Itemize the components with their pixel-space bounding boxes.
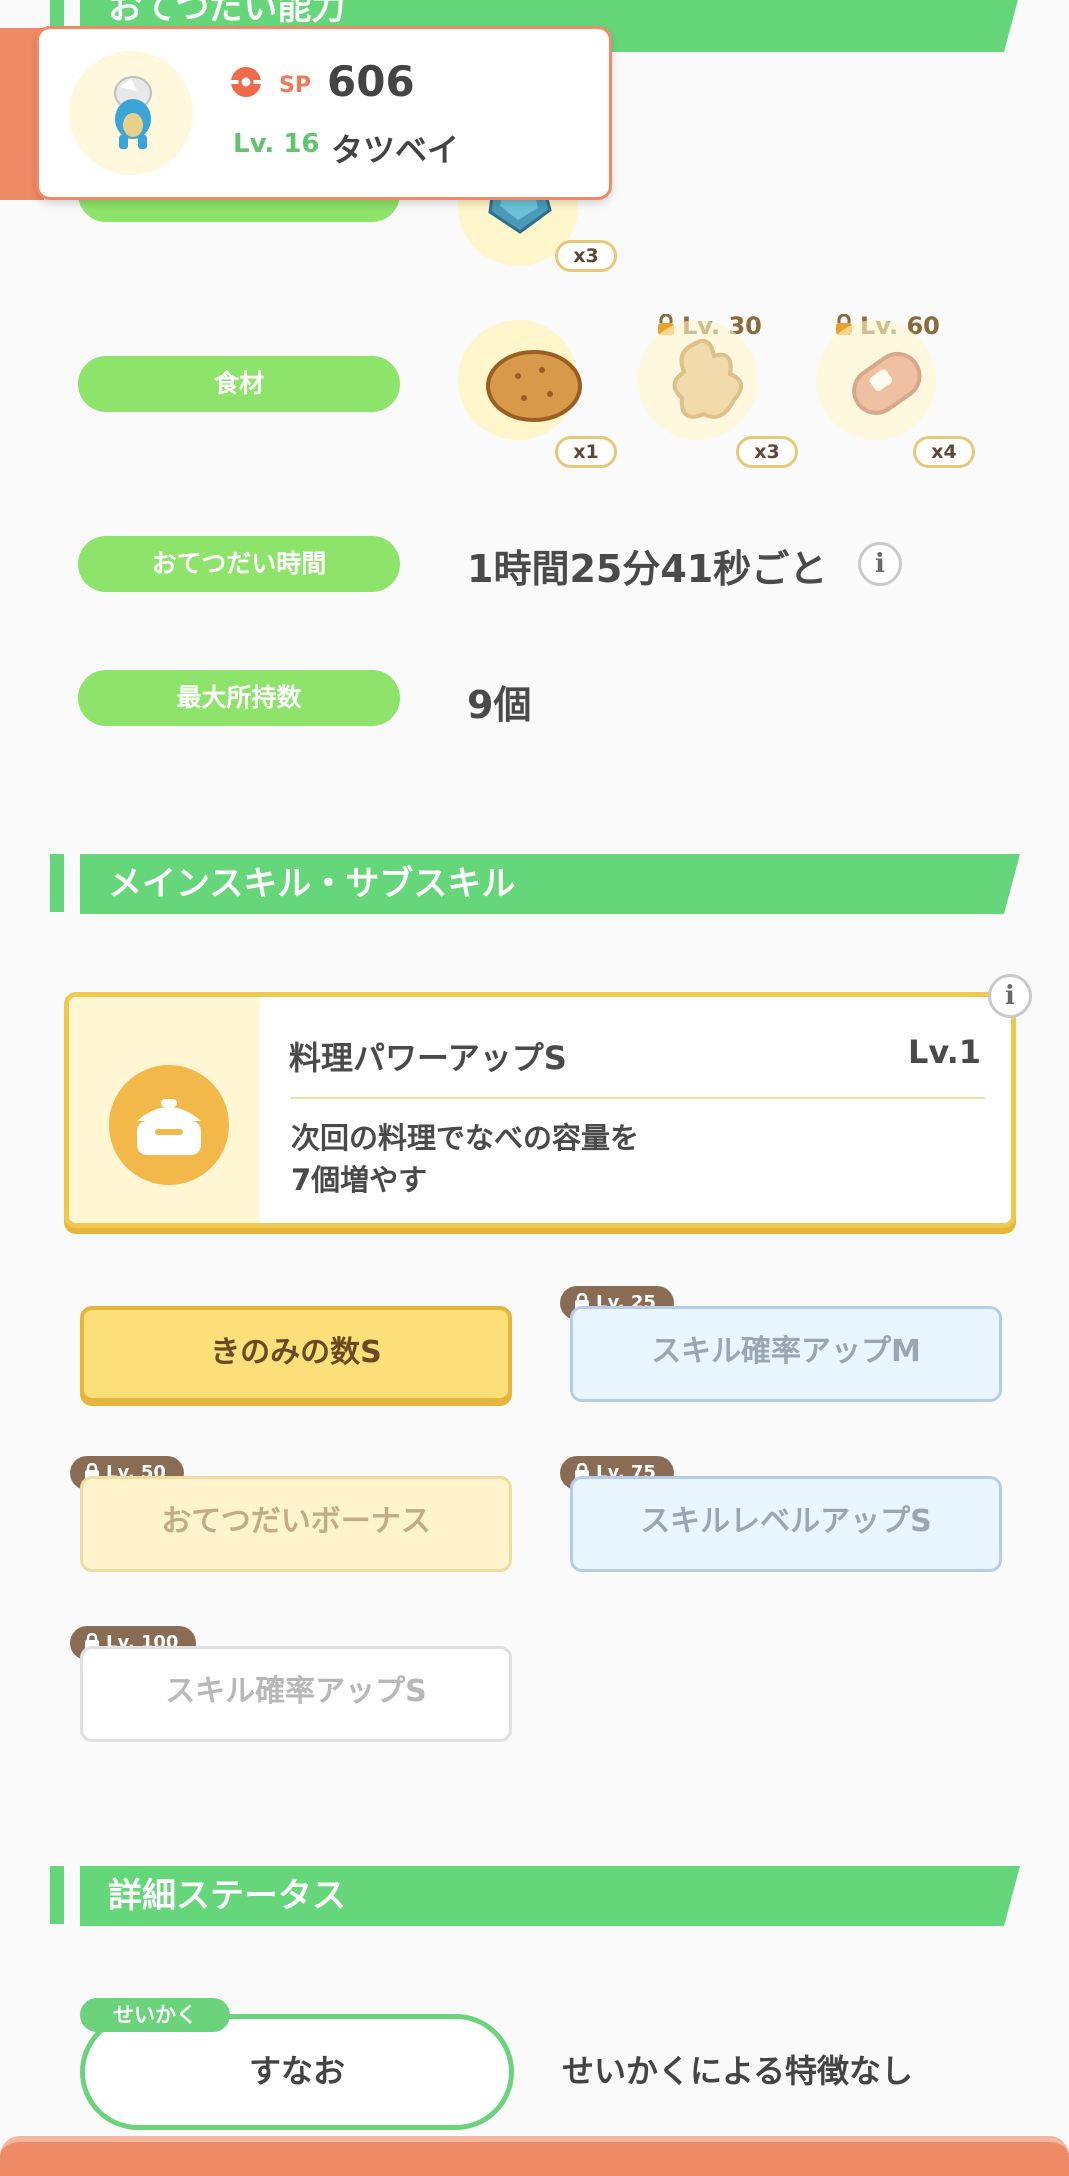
main-skill-description: 次回の料理でなべの容量を 7個増やす bbox=[291, 1121, 640, 1197]
skill-divider bbox=[291, 1097, 985, 1099]
sub-skill-3[interactable]: おてつだいボーナス bbox=[80, 1476, 512, 1572]
help-time-info-button[interactable]: i bbox=[858, 542, 902, 586]
pokemon-name: タツベイ bbox=[331, 131, 460, 169]
section-title: おてつだい能力 bbox=[108, 0, 346, 28]
ingredient-2-qty: x3 bbox=[736, 436, 798, 468]
sub-skill-1[interactable]: きのみの数S bbox=[80, 1306, 512, 1402]
sp-label: SP bbox=[279, 73, 311, 98]
sp-value: 606 bbox=[327, 57, 415, 106]
nature-tag: せいかく bbox=[80, 1998, 230, 2032]
ingredients-label: 食材 bbox=[78, 356, 400, 412]
main-skill-level: Lv.1 bbox=[907, 1033, 981, 1071]
section-title: 詳細ステータス bbox=[108, 1876, 346, 1916]
ingredient-3-qty: x4 bbox=[913, 436, 975, 468]
ingredient-1-qty: x1 bbox=[555, 436, 617, 468]
section-header-main-sub-skill: メインスキル・サブスキル bbox=[80, 854, 1020, 914]
sausage-icon bbox=[838, 336, 934, 436]
sub-skill-5[interactable]: スキル確率アップS bbox=[80, 1646, 512, 1742]
section-accent-bar bbox=[50, 1866, 64, 1924]
pokemon-header-card: SP 606 Lv. 16 タツベイ bbox=[36, 26, 612, 200]
main-skill-info-button[interactable]: i bbox=[988, 974, 1032, 1018]
bottom-panel-edge bbox=[0, 2136, 1069, 2176]
section-accent-bar bbox=[50, 854, 64, 912]
section-header-detail-status: 詳細ステータス bbox=[80, 1866, 1020, 1926]
ginger-icon bbox=[664, 334, 754, 438]
pokemon-sprite-icon bbox=[97, 69, 169, 159]
main-skill-card[interactable]: 料理パワーアップS Lv.1 次回の料理でなべの容量を 7個増やす bbox=[64, 992, 1016, 1228]
sp-icon bbox=[229, 65, 263, 103]
cooking-pot-icon bbox=[107, 1063, 231, 1191]
sub-skill-4[interactable]: スキルレベルアップS bbox=[570, 1476, 1002, 1572]
sub-skill-2[interactable]: スキル確率アップM bbox=[570, 1306, 1002, 1402]
main-skill-name: 料理パワーアップS bbox=[289, 1039, 567, 1077]
max-carry-label: 最大所持数 bbox=[78, 670, 400, 726]
berry-qty-badge: x3 bbox=[555, 240, 617, 272]
nature-effect: せいかくによる特徴なし bbox=[562, 2052, 914, 2090]
nature-value: すなお bbox=[248, 2052, 345, 2090]
pokemon-level: Lv. 16 bbox=[233, 129, 320, 159]
potato-icon bbox=[484, 348, 584, 428]
max-carry-value: 9個 bbox=[467, 683, 532, 727]
help-time-label: おてつだい時間 bbox=[78, 536, 400, 592]
section-title: メインスキル・サブスキル bbox=[108, 864, 516, 904]
help-time-value: 1時間25分41秒ごと bbox=[467, 547, 828, 591]
